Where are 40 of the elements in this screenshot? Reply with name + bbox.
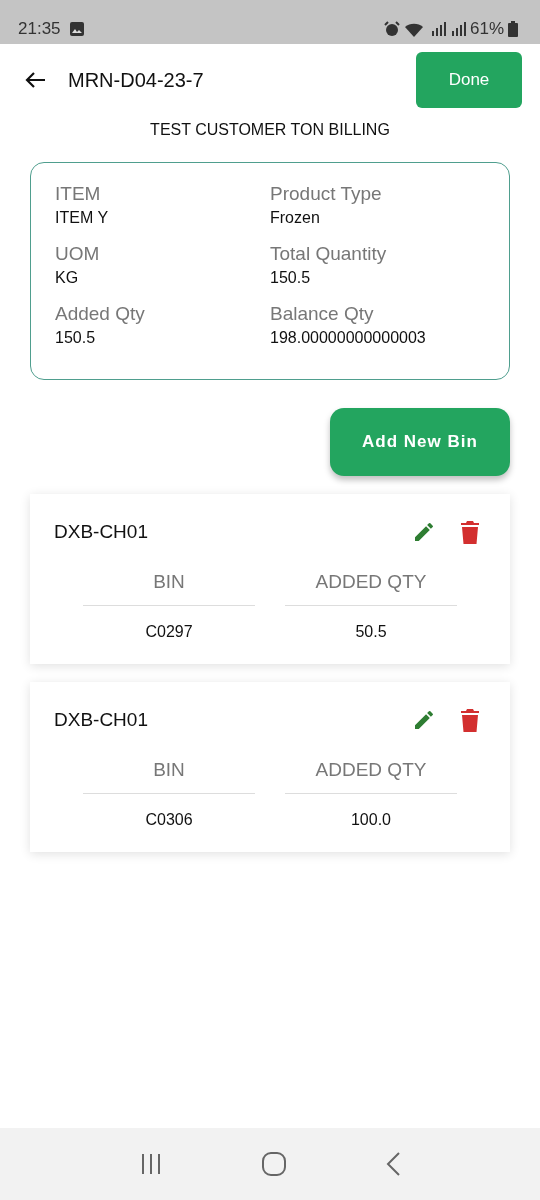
column-header: BIN [83,568,255,606]
battery-icon [508,21,518,37]
table-cell-text: C0306 [144,809,194,830]
battery-level: 61% [469,18,504,41]
field-value: 198.00000000000003 [270,327,427,348]
table-cell-text: 100.0 [349,809,392,830]
field-label: Balance Qty [270,302,375,326]
field-value: ITEM Y [55,207,110,228]
signal-icon [449,21,466,37]
image-icon [68,21,85,37]
trash-icon[interactable] [460,520,480,545]
location-code: DXB-CH01 [54,707,149,732]
trash-icon[interactable] [460,708,480,733]
signal-icon [429,21,446,37]
field-value: 150.5 [270,267,312,288]
field-value: 150.5 [55,327,97,348]
wifi-icon [403,21,426,37]
field-value: KG [55,267,80,288]
column-header: ADDED QTY [285,756,457,794]
recent-apps-icon[interactable] [139,1153,163,1175]
back-arrow-icon[interactable] [24,71,46,89]
field-value: Frozen [270,207,321,228]
table-cell-text: C0297 [144,621,194,642]
table-cell-text: 50.5 [354,621,388,642]
customer-name: TEST CUSTOMER TON BILLING [149,120,391,140]
field-label: Added Qty [55,302,146,326]
field-label: Product Type [270,183,383,206]
field-label: UOM [55,243,101,266]
clock-time: 21:35 [18,18,61,41]
field-label: Total Quantity [270,243,388,266]
done-button[interactable]: Done [416,52,522,108]
back-icon[interactable] [385,1151,401,1177]
alarm-icon [383,21,400,37]
field-label: ITEM [55,183,102,206]
column-header: BIN [83,756,255,794]
column-header: ADDED QTY [285,568,457,606]
home-icon[interactable] [261,1151,287,1177]
location-code: DXB-CH01 [54,519,149,544]
page-title: MRN-D04-23-7 [68,68,204,93]
add-bin-button[interactable]: Add New Bin [330,407,510,476]
